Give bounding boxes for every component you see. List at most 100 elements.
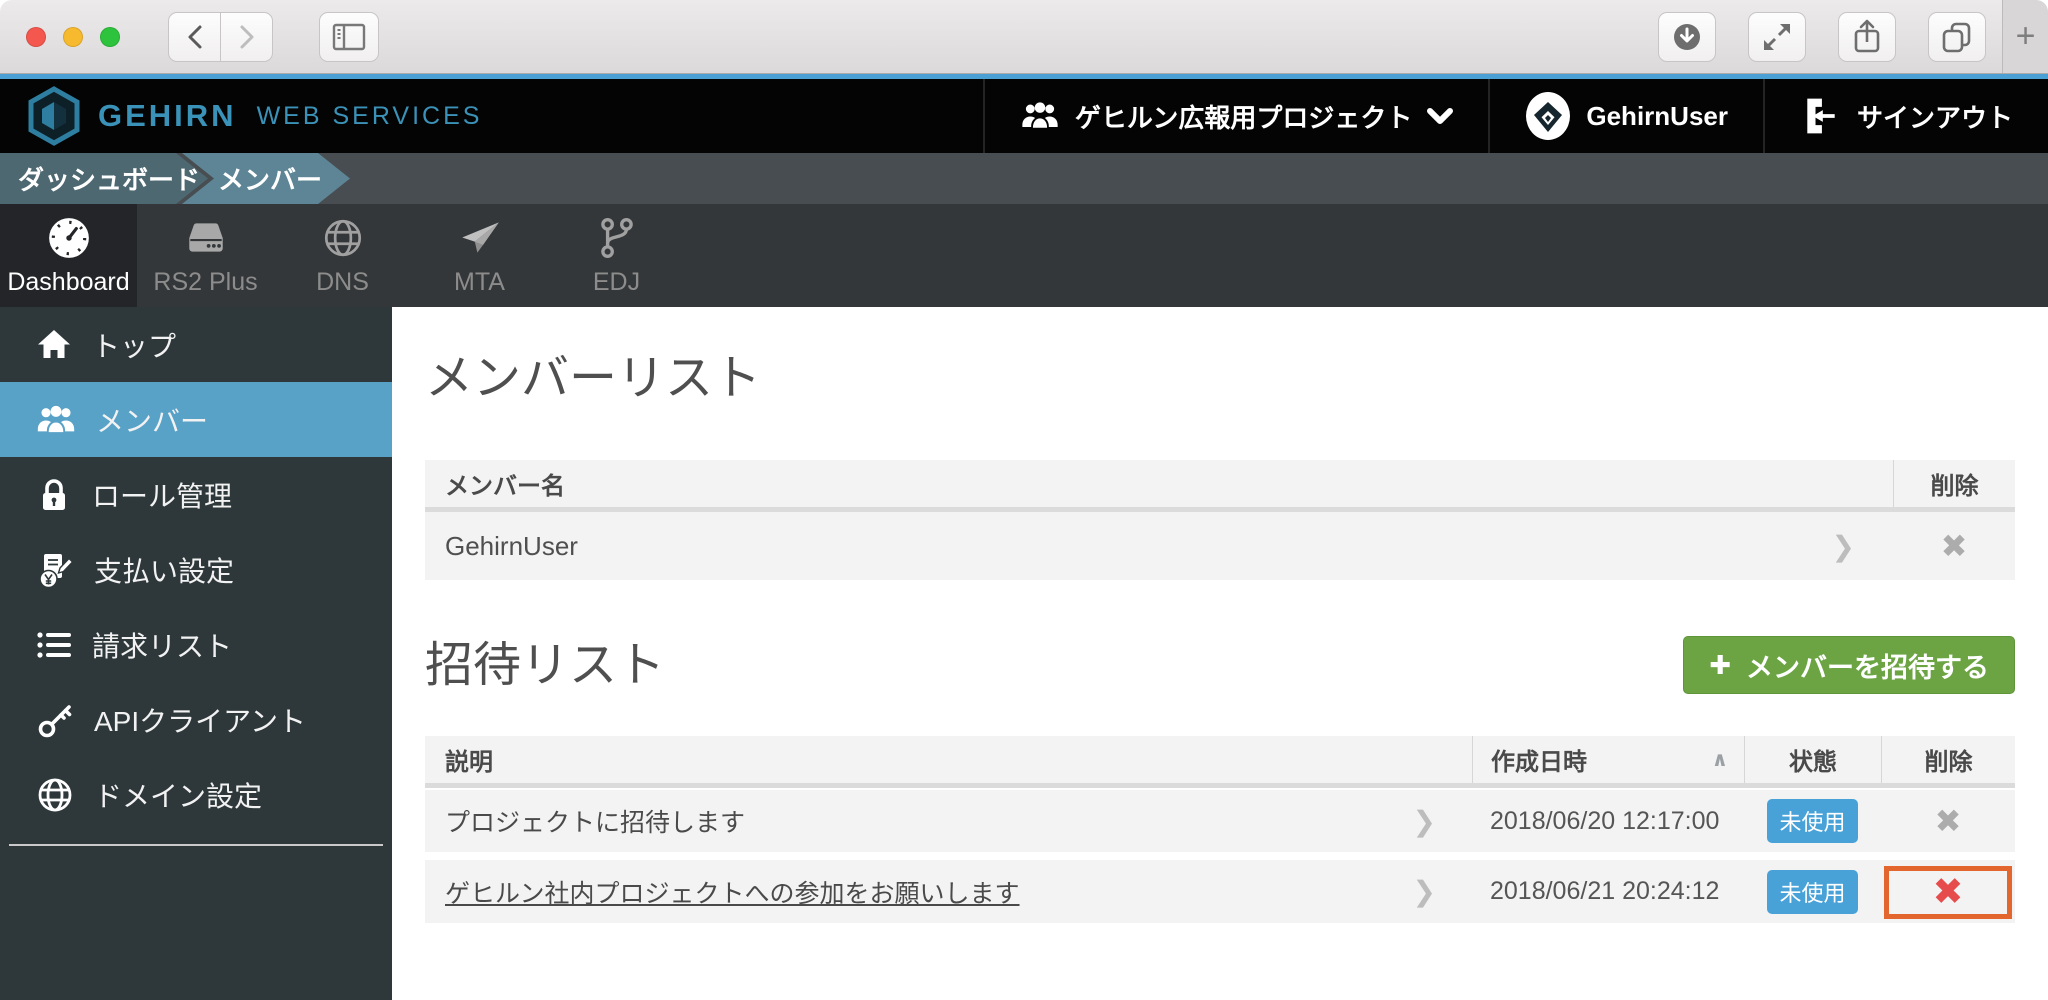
column-member-name: メンバー名 [425,460,1893,507]
member-name: GehirnUser [445,531,578,562]
sidebar: トップ メンバー ロール管理 [0,307,392,1000]
invite-created-at: 2018/06/20 12:17:00 [1472,807,1744,836]
branch-icon [594,215,640,261]
app-header: GEHIRN WEB SERVICES ゲヒルン広報用プロジェクト [0,79,2048,153]
signout-button[interactable]: サインアウト [1763,79,2048,153]
invite-description: プロジェクトに招待します [445,803,745,839]
brand-suffix: WEB SERVICES [257,102,483,131]
gehirn-logo [26,86,82,146]
main-content: メンバーリスト メンバー名 削除 GehirnUser ❯ ✖ 招 [392,307,2048,1000]
sort-asc-icon: ∧ [1712,747,1728,772]
invite-list-title: 招待リスト [425,638,665,693]
service-tab-edj[interactable]: EDJ [548,204,685,307]
delete-member-button[interactable]: ✖ [1941,530,1968,562]
invite-created-at: 2018/06/21 20:24:12 [1472,877,1744,906]
breadcrumb: メンバー ダッシュボード [0,153,2048,204]
plus-icon: + [2016,17,2036,56]
invite-description-link[interactable]: ゲヒルン社内プロジェクトへの参加をお願いします [445,874,1020,910]
column-description: 説明 [425,736,1472,783]
project-switcher[interactable]: ゲヒルン広報用プロジェクト [983,79,1488,153]
sidebar-item-payment[interactable]: 支払い設定 [0,532,392,607]
chrome-actions [1658,12,1986,62]
globe-icon [320,215,366,261]
breadcrumb-label: メンバー [218,160,322,197]
invite-table: 説明 作成日時 ∧ 状態 削除 プロジェクトに招待します ❯ 2018/06/2… [425,736,2015,923]
service-tabs: Dashboard RS2 Plus DNS [0,204,2048,307]
service-tab-dns[interactable]: DNS [274,204,411,307]
sidebar-item-top[interactable]: トップ [0,307,392,382]
domain-globe-icon [36,776,74,814]
members-icon [36,404,76,436]
invite-member-button[interactable]: ✚ メンバーを招待する [1683,636,2015,694]
browser-chrome: + [0,0,2048,74]
server-icon [183,215,229,261]
service-tab-mta[interactable]: MTA [411,204,548,307]
breadcrumb-label: ダッシュボード [18,160,200,197]
share-button[interactable] [1838,12,1896,62]
column-status: 状態 [1744,736,1881,783]
fullscreen-icon [1760,20,1794,54]
history-nav [168,12,273,62]
sidebar-item-roles[interactable]: ロール管理 [0,457,392,532]
sidebar-toggle-button[interactable] [319,12,379,62]
share-icon [1850,18,1884,56]
row-detail-chevron-icon[interactable]: ❯ [1832,530,1855,563]
chevron-down-icon [1427,108,1453,125]
chevron-left-icon [185,24,205,50]
plus-icon: ✚ [1709,650,1731,681]
status-badge: 未使用 [1767,870,1857,914]
people-icon [1020,101,1060,131]
project-switcher-label: ゲヒルン広報用プロジェクト [1075,98,1412,135]
delete-invite-button[interactable]: ✖ [1935,805,1962,837]
tabs-icon [1939,19,1975,55]
downloads-button[interactable] [1658,12,1716,62]
column-delete: 削除 [1881,736,2015,783]
service-tab-rs2plus[interactable]: RS2 Plus [137,204,274,307]
sidebar-item-members[interactable]: メンバー [0,382,392,457]
fullscreen-button[interactable] [1748,12,1806,62]
zoom-window-button[interactable] [100,27,120,47]
close-window-button[interactable] [26,27,46,47]
download-icon [1672,22,1702,52]
sidebar-item-api-clients[interactable]: APIクライアント [0,682,392,757]
invite-row: ゲヒルン社内プロジェクトへの参加をお願いします ❯ 2018/06/21 20:… [425,860,2015,923]
invite-row: プロジェクトに招待します ❯ 2018/06/20 12:17:00 未使用 ✖ [425,790,2015,852]
column-created-at[interactable]: 作成日時 ∧ [1472,736,1744,783]
signout-icon [1800,94,1842,138]
home-icon [36,327,72,363]
sidebar-panel-icon [332,23,366,51]
browser-window: + GEHIRN WEB SERVICES ゲヒルン広報用プロジェクト [0,0,2048,1000]
sidebar-divider [9,844,383,846]
sidebar-item-domains[interactable]: ドメイン設定 [0,757,392,832]
minimize-window-button[interactable] [63,27,83,47]
member-table: メンバー名 削除 GehirnUser ❯ ✖ [425,460,2015,580]
user-menu[interactable]: GehirnUser [1488,79,1763,153]
member-table-header: メンバー名 削除 [425,460,2015,512]
tab-overview-button[interactable] [1928,12,1986,62]
user-name: GehirnUser [1586,101,1728,132]
forward-button[interactable] [220,12,273,62]
service-tab-dashboard[interactable]: Dashboard [0,204,137,307]
invite-table-header: 説明 作成日時 ∧ 状態 削除 [425,736,2015,788]
member-list-title: メンバーリスト [425,351,2015,406]
brand: GEHIRN WEB SERVICES [0,79,482,153]
gauge-icon [46,215,92,261]
paper-plane-icon [457,215,503,261]
payment-icon [36,551,74,589]
new-tab-button[interactable]: + [2002,0,2048,73]
key-icon [36,701,74,739]
sidebar-item-billing[interactable]: 請求リスト [0,607,392,682]
chevron-right-icon [237,24,257,50]
member-row: GehirnUser ❯ ✖ [425,512,2015,580]
signout-label: サインアウト [1857,98,2013,135]
column-delete: 削除 [1893,460,2015,507]
app-header-right: ゲヒルン広報用プロジェクト GehirnUser [983,79,2048,153]
row-detail-chevron-icon[interactable]: ❯ [1413,875,1436,908]
brand-name: GEHIRN [98,98,237,134]
breadcrumb-dashboard[interactable]: ダッシュボード [0,153,208,204]
back-button[interactable] [168,12,221,62]
delete-invite-button[interactable]: ✖ [1932,873,1963,910]
traffic-lights [26,27,120,47]
lock-icon [36,476,72,514]
row-detail-chevron-icon[interactable]: ❯ [1413,805,1436,838]
